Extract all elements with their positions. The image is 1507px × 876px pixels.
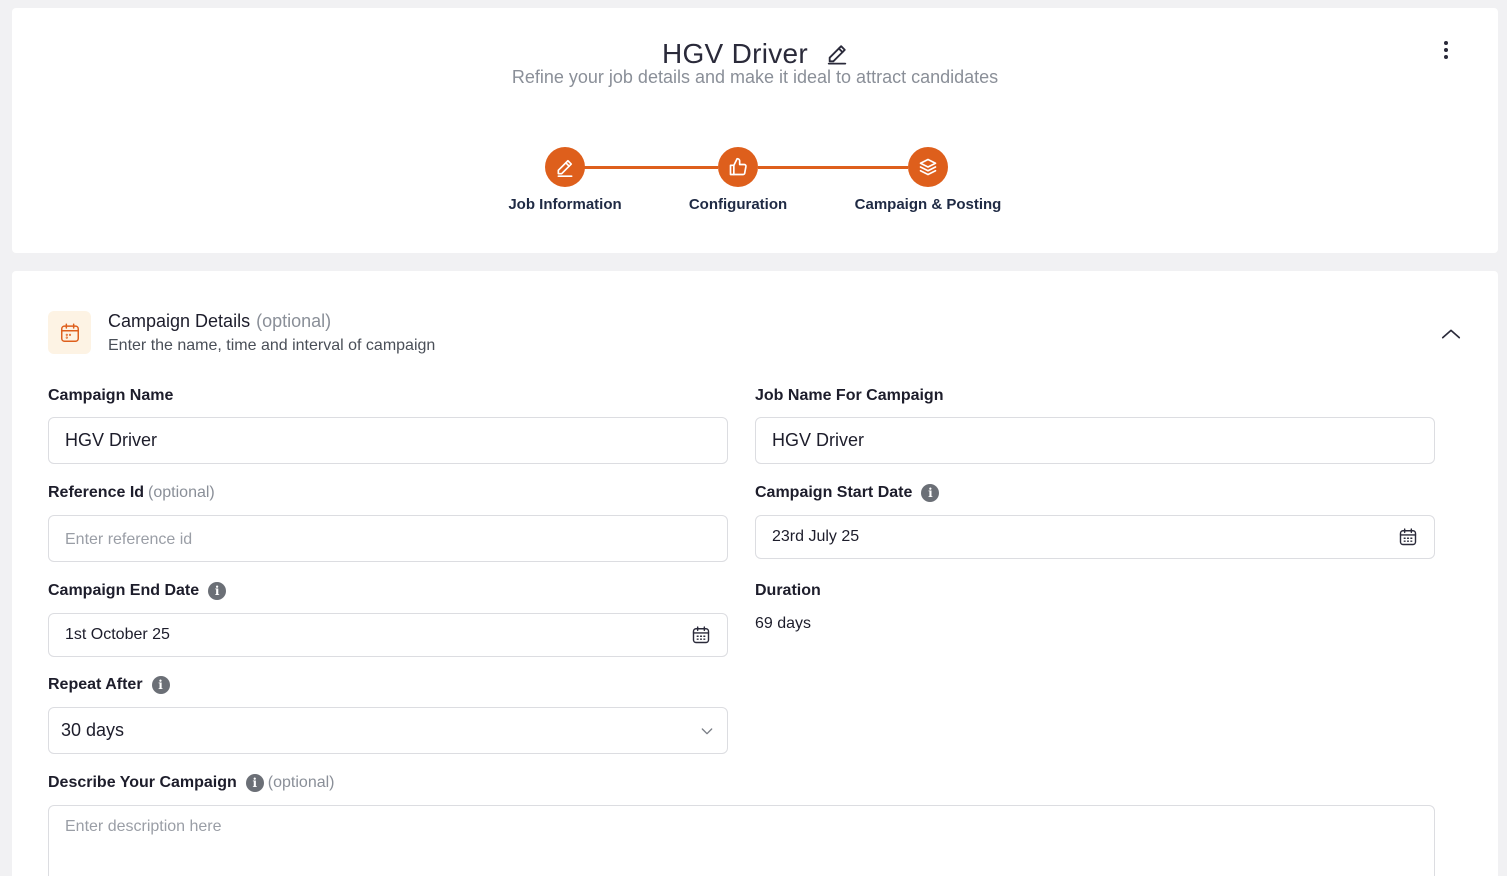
info-icon[interactable]: i	[921, 484, 940, 502]
end-date-value: 1st October 25	[65, 626, 170, 643]
reference-id-label-text: Reference Id	[48, 484, 145, 501]
start-date-picker[interactable]: 23rd July 25	[755, 515, 1435, 559]
repeat-after-select[interactable]: 30 days	[48, 707, 728, 754]
layers-icon	[919, 158, 937, 176]
campaign-name-label-text: Campaign Name	[48, 387, 174, 404]
thumbs-up-icon	[729, 157, 747, 176]
step-label-job-information[interactable]: Job Information	[508, 196, 621, 213]
job-title: HGV Driver	[661, 38, 809, 69]
pencil-icon	[827, 45, 847, 65]
edit-title-button[interactable]	[826, 43, 848, 65]
reference-id-label: Reference Id (optional)	[48, 484, 215, 502]
start-date-label-text: Campaign Start Date	[755, 484, 913, 501]
chevron-up-icon	[1441, 329, 1461, 339]
calendar-icon[interactable]	[1398, 527, 1418, 547]
section-title-text: Campaign Details	[108, 311, 251, 331]
page-subtitle: Refine your job details and make it idea…	[511, 67, 999, 87]
job-name-label: Job Name For Campaign	[755, 387, 943, 405]
duration-label-text: Duration	[755, 582, 821, 599]
step-job-information[interactable]	[545, 147, 585, 187]
more-options-button[interactable]	[1434, 38, 1458, 62]
campaign-details-card: Campaign Details (optional) Enter the nam…	[12, 271, 1498, 876]
job-header-card: HGV Driver Refine your job details and m…	[12, 8, 1498, 253]
repeat-after-label-text: Repeat After	[48, 676, 143, 693]
start-date-label: Campaign Start Date i	[755, 484, 940, 502]
title-row: HGV Driver	[12, 38, 1498, 70]
step-connector	[565, 166, 718, 169]
step-label-campaign-posting[interactable]: Campaign & Posting	[855, 196, 1002, 213]
job-name-label-text: Job Name For Campaign	[755, 387, 944, 404]
collapse-section-button[interactable]	[1440, 323, 1462, 345]
section-icon	[48, 311, 91, 354]
start-date-value: 23rd July 25	[772, 528, 860, 545]
section-title: Campaign Details (optional)	[108, 311, 331, 332]
section-optional-tag: (optional)	[256, 311, 332, 331]
campaign-name-label: Campaign Name	[48, 387, 173, 405]
end-date-label: Campaign End Date i	[48, 582, 227, 600]
chevron-down-icon	[701, 727, 713, 734]
info-icon[interactable]: i	[245, 774, 264, 792]
description-label-text: Describe Your Campaign	[48, 774, 237, 791]
calendar-icon[interactable]	[691, 625, 711, 645]
info-icon[interactable]: i	[208, 582, 227, 600]
duration-label: Duration	[755, 582, 821, 600]
repeat-after-label: Repeat After i	[48, 676, 170, 694]
duration-value: 69 days	[755, 615, 812, 632]
reference-id-optional-tag: (optional)	[148, 484, 215, 501]
info-icon[interactable]: i	[151, 676, 170, 694]
stepper: Job Information Configuration Campaign &…	[12, 147, 1498, 227]
pencil-icon	[557, 159, 573, 177]
step-connector	[758, 166, 908, 169]
end-date-picker[interactable]: 1st October 25	[48, 613, 728, 657]
campaign-name-input[interactable]	[48, 417, 728, 464]
description-textarea[interactable]	[48, 805, 1435, 876]
calendar-icon	[60, 323, 79, 342]
description-optional-tag: (optional)	[267, 774, 335, 791]
end-date-label-text: Campaign End Date	[48, 582, 200, 599]
step-campaign-posting[interactable]	[908, 147, 948, 187]
step-configuration[interactable]	[718, 147, 758, 187]
section-description: Enter the name, time and interval of cam…	[108, 337, 436, 354]
repeat-after-value: 30 days	[61, 720, 125, 740]
job-name-input[interactable]	[755, 417, 1435, 464]
description-label: Describe Your Campaign i (optional)	[48, 774, 335, 792]
step-label-configuration[interactable]: Configuration	[689, 196, 787, 213]
reference-id-input[interactable]	[48, 515, 728, 562]
